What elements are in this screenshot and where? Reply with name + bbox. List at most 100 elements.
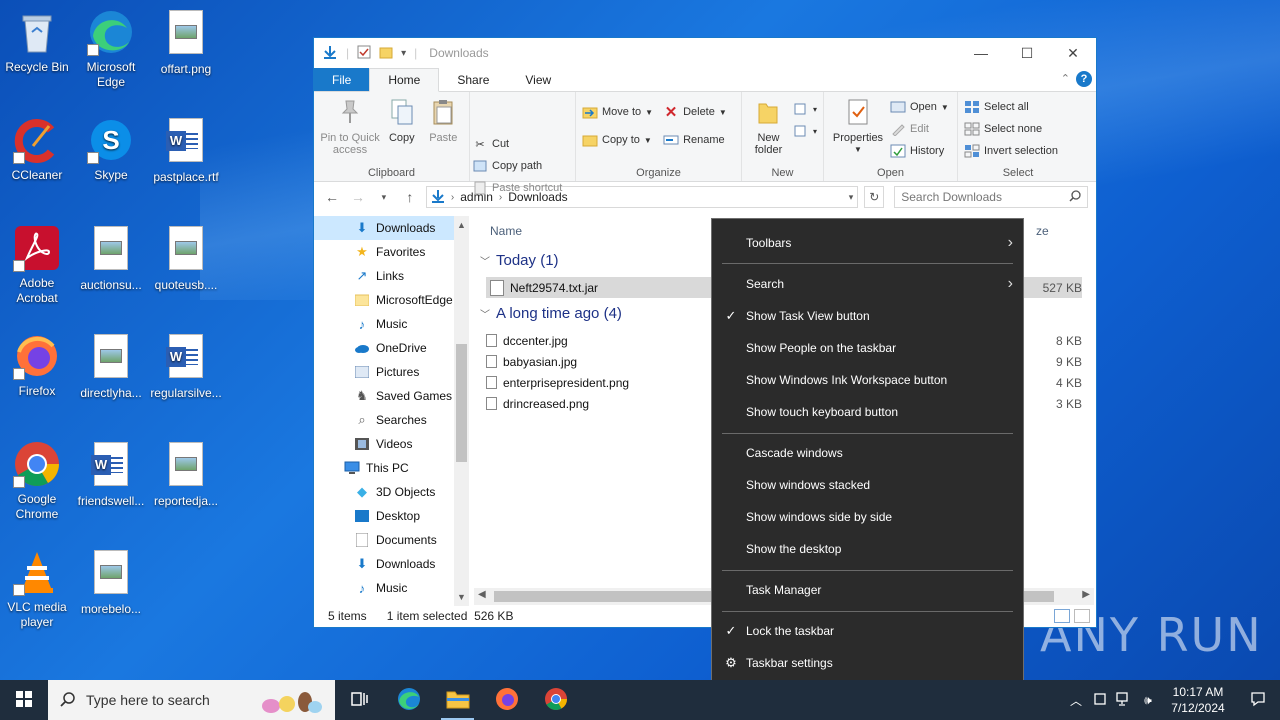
notification-center-icon[interactable] [1236,691,1280,710]
menu-item-cascade-windows[interactable]: Cascade windows [712,439,1023,467]
move-to-button[interactable]: Move to ▼ [582,98,653,126]
group-header-long-time-ago[interactable]: ﹀ A long time ago (4) [480,305,622,322]
nav-item-music-pc[interactable]: ♪ Music [314,576,469,600]
rename-button[interactable]: Rename [663,126,727,154]
taskbar-chrome-button[interactable] [531,680,580,720]
show-hidden-icons-chevron-icon[interactable]: ︿ [1064,692,1088,709]
desktop-icon-google-chrome[interactable]: Google Chrome [0,440,74,522]
desktop-icon-ccleaner[interactable]: CCleaner [0,116,74,183]
select-none-button[interactable]: Select none [964,118,1072,140]
edit-button[interactable]: Edit [890,118,949,140]
nav-item-pictures[interactable]: Pictures [314,360,469,384]
nav-item-downloads[interactable]: ⬇ Downloads [314,216,469,240]
cut-button[interactable]: ✂ Cut [472,133,572,155]
properties-checkbox-icon[interactable] [357,45,371,62]
nav-item-documents[interactable]: Documents [314,528,469,552]
system-clock[interactable]: 10:17 AM 7/12/2024 [1160,684,1236,716]
nav-item-links[interactable]: ↗ Links [314,264,469,288]
scroll-right-icon[interactable]: ▶ [1082,589,1090,600]
menu-item-show-desktop[interactable]: Show the desktop [712,535,1023,563]
nav-item-onedrive[interactable]: OneDrive [314,336,469,360]
tab-view[interactable]: View [507,68,569,91]
invert-selection-button[interactable]: Invert selection [964,140,1072,162]
customize-toolbar-chevron-icon[interactable]: ▾ [401,48,406,59]
network-icon[interactable] [1112,691,1136,709]
desktop-icon-reportedja[interactable]: reportedja... [149,440,223,509]
nav-pane-scrollbar[interactable]: ▲ ▼ [454,216,469,606]
scroll-down-icon[interactable]: ▼ [456,592,467,602]
copy-to-button[interactable]: Copy to ▼ [582,126,653,154]
menu-item-lock-taskbar[interactable]: ✓ Lock the taskbar [712,617,1023,645]
recent-locations-chevron-icon[interactable]: ▾ [374,192,394,203]
desktop-icon-recycle-bin[interactable]: Recycle Bin [0,8,74,75]
nav-item-this-pc[interactable]: This PC [314,456,469,480]
forward-arrow-icon[interactable]: → [348,189,368,205]
address-dropdown-icon[interactable]: ▾ [849,192,854,203]
tab-home[interactable]: Home [369,68,440,92]
nav-item-searches[interactable]: ⌕ Searches [314,408,469,432]
task-view-button[interactable] [335,680,384,720]
menu-item-show-ink-workspace[interactable]: Show Windows Ink Workspace button [712,366,1023,394]
collapse-ribbon-icon[interactable]: ⌃ [1061,72,1070,85]
copy-path-button[interactable]: Copy path [472,155,572,177]
minimize-button[interactable]: — [958,38,1004,68]
desktop-icon-morebelo[interactable]: morebelo... [74,548,148,617]
desktop-icon-auctionsu[interactable]: auctionsu... [74,224,148,293]
menu-item-windows-side-by-side[interactable]: Show windows side by side [712,503,1023,531]
nav-item-3d-objects[interactable]: ◆ 3D Objects [314,480,469,504]
nav-item-downloads-pc[interactable]: ⬇ Downloads [314,552,469,576]
large-icons-view-icon[interactable] [1074,609,1090,623]
start-button[interactable] [0,680,48,720]
taskbar-edge-button[interactable] [384,680,433,720]
open-button[interactable]: Open ▼ [890,96,949,118]
menu-item-taskbar-settings[interactable]: ⚙ Taskbar settings [712,649,1023,677]
close-button[interactable]: ✕ [1050,38,1096,68]
refresh-icon[interactable]: ↻ [864,186,885,208]
up-arrow-icon[interactable]: ↑ [400,189,420,205]
network-security-icon[interactable] [1088,692,1112,709]
easy-access-button[interactable]: ▾ [793,120,817,142]
paste-shortcut-button[interactable]: Paste shortcut [472,177,572,199]
menu-item-task-manager[interactable]: Task Manager [712,576,1023,604]
desktop-icon-regularsilve[interactable]: W regularsilve... [149,332,223,401]
nav-item-music[interactable]: ♪ Music [314,312,469,336]
breadcrumb-chevron-icon[interactable]: › [451,192,454,203]
desktop-icon-directlyha[interactable]: directlyha... [74,332,148,401]
nav-item-saved-games[interactable]: ♞ Saved Games [314,384,469,408]
select-all-button[interactable]: Select all [964,96,1072,118]
nav-item-microsoftedge[interactable]: MicrosoftEdge [314,288,469,312]
scrollbar-thumb[interactable] [456,344,467,462]
desktop-icon-skype[interactable]: S Skype [74,116,148,183]
nav-item-favorites[interactable]: ★ Favorites [314,240,469,264]
desktop-icon-adobe-acrobat[interactable]: Adobe Acrobat [0,224,74,306]
scroll-up-icon[interactable]: ▲ [456,220,467,230]
menu-item-show-people[interactable]: Show People on the taskbar [712,334,1023,362]
taskbar-search-box[interactable]: Type here to search [48,680,335,720]
menu-item-show-task-view[interactable]: ✓ Show Task View button [712,302,1023,330]
desktop-icon-microsoft-edge[interactable]: Microsoft Edge [74,8,148,90]
menu-item-show-touch-keyboard[interactable]: Show touch keyboard button [712,398,1023,426]
desktop-icon-pastplace[interactable]: W pastplace.rtf [149,116,223,185]
desktop-icon-offart[interactable]: offart.png [149,8,223,77]
nav-item-desktop[interactable]: Desktop [314,504,469,528]
taskbar-firefox-button[interactable] [482,680,531,720]
scroll-left-icon[interactable]: ◀ [478,589,486,600]
tab-file[interactable]: File [314,68,370,91]
new-folder-button[interactable]: New folder [748,96,789,156]
desktop-icon-quoteusb[interactable]: quoteusb.... [149,224,223,293]
desktop-icon-friendswell[interactable]: W friendswell... [74,440,148,509]
column-header-name[interactable]: Name [490,224,522,238]
column-header-size[interactable]: ze [1036,224,1049,238]
history-button[interactable]: History [890,140,949,162]
maximize-button[interactable]: ☐ [1004,38,1050,68]
properties-button[interactable]: Properties ▼ [830,96,886,162]
desktop-icon-vlc[interactable]: VLC media player [0,548,74,630]
delete-button[interactable]: ✕ Delete ▼ [663,98,727,126]
desktop-icon-firefox[interactable]: Firefox [0,332,74,399]
tab-share[interactable]: Share [439,68,507,91]
details-view-icon[interactable] [1054,609,1070,623]
new-item-button[interactable]: ▾ [793,98,817,120]
new-folder-icon[interactable] [379,45,393,62]
menu-item-search[interactable]: Search › [712,270,1023,298]
back-arrow-icon[interactable]: ← [322,189,342,205]
